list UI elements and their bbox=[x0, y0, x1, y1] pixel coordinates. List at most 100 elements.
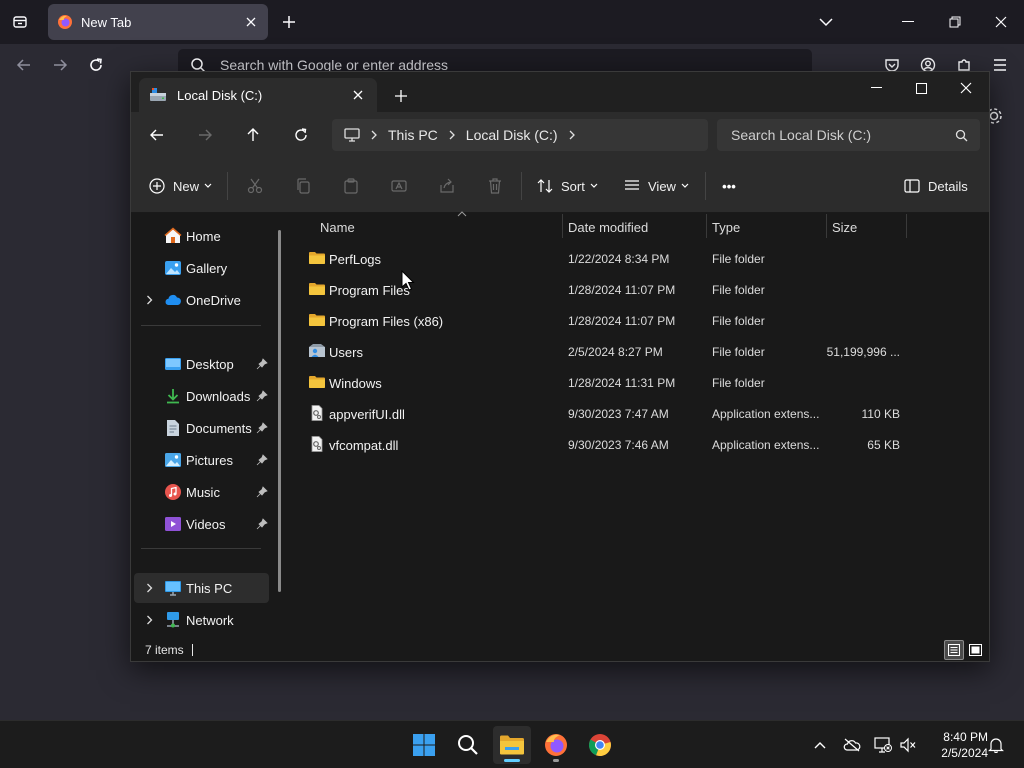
share-icon[interactable] bbox=[438, 172, 456, 200]
table-row[interactable]: vfcompat.dll 9/30/2023 7:46 AM Applicati… bbox=[301, 429, 901, 460]
close-tab-icon[interactable] bbox=[345, 82, 371, 108]
firefox-view-icon[interactable] bbox=[8, 11, 32, 33]
pin-icon[interactable] bbox=[256, 518, 268, 530]
rename-icon[interactable] bbox=[390, 172, 408, 200]
nav-item-gallery[interactable]: Gallery bbox=[134, 253, 269, 283]
onedrive-offline-icon[interactable] bbox=[842, 735, 862, 755]
new-button[interactable]: New bbox=[149, 172, 212, 200]
table-row[interactable]: PerfLogs 1/22/2024 8:34 PM File folder bbox=[301, 243, 901, 274]
pin-icon[interactable] bbox=[256, 454, 268, 466]
see-more-button[interactable]: ••• bbox=[717, 172, 741, 200]
column-header-date-modified[interactable]: Date modified bbox=[562, 214, 705, 240]
column-header-size[interactable]: Size bbox=[826, 214, 905, 240]
file-type: File folder bbox=[712, 345, 765, 359]
delete-icon[interactable] bbox=[486, 172, 504, 200]
table-row[interactable]: Program Files (x86) 1/28/2024 11:07 PM F… bbox=[301, 305, 901, 336]
maximize-icon[interactable] bbox=[899, 74, 943, 102]
nav-item-music[interactable]: Music bbox=[134, 477, 269, 507]
paste-icon[interactable] bbox=[342, 172, 360, 200]
sort-button[interactable]: Sort bbox=[537, 172, 598, 200]
column-header-type[interactable]: Type bbox=[706, 214, 825, 240]
nav-item-pictures[interactable]: Pictures bbox=[134, 445, 269, 475]
notification-bell-icon[interactable] bbox=[986, 735, 1006, 755]
copy-icon[interactable] bbox=[294, 172, 312, 200]
nav-item-downloads[interactable]: Downloads bbox=[134, 381, 269, 411]
nav-item-home[interactable]: Home bbox=[134, 221, 269, 251]
chevron-right-icon[interactable] bbox=[142, 581, 156, 595]
pin-icon[interactable] bbox=[256, 422, 268, 434]
pin-icon[interactable] bbox=[256, 358, 268, 370]
minimize-icon[interactable] bbox=[854, 74, 898, 102]
back-arrow-icon[interactable] bbox=[143, 123, 171, 147]
breadcrumb-local-disk[interactable]: Local Disk (C:) bbox=[466, 127, 558, 143]
volume-muted-icon[interactable] bbox=[898, 735, 918, 755]
download-arrow-icon bbox=[167, 389, 179, 404]
search-box[interactable]: Search Local Disk (C:) bbox=[717, 119, 980, 151]
view-button[interactable]: View bbox=[624, 172, 689, 200]
forward-arrow-icon[interactable] bbox=[191, 123, 219, 147]
close-window-icon[interactable] bbox=[944, 74, 988, 102]
new-tab-button[interactable] bbox=[389, 85, 413, 107]
cut-icon[interactable] bbox=[246, 172, 264, 200]
new-label: New bbox=[173, 178, 200, 194]
details-view-icon[interactable] bbox=[944, 640, 964, 660]
file-name: appverifUI.dll bbox=[329, 407, 405, 422]
table-row[interactable]: Program Files 1/28/2024 11:07 PM File fo… bbox=[301, 274, 901, 305]
table-row[interactable]: Windows 1/28/2024 11:31 PM File folder bbox=[301, 367, 901, 398]
nav-item-documents[interactable]: Documents bbox=[134, 413, 269, 443]
close-window-icon[interactable] bbox=[987, 8, 1015, 36]
list-all-tabs-chevron-icon[interactable] bbox=[815, 11, 837, 33]
chevron-right-icon[interactable] bbox=[142, 293, 156, 307]
taskbar-search-button[interactable] bbox=[449, 726, 487, 764]
nav-item-network[interactable]: Network bbox=[134, 605, 269, 635]
videos-icon bbox=[165, 517, 181, 531]
chevron-right-icon[interactable] bbox=[142, 613, 156, 627]
file-date-modified: 1/28/2024 11:07 PM bbox=[568, 314, 676, 328]
new-tab-button[interactable] bbox=[278, 11, 300, 33]
firefox-tab-new-tab[interactable]: New Tab bbox=[48, 4, 268, 40]
address-bar[interactable]: This PC Local Disk (C:) bbox=[332, 119, 708, 151]
hamburger-menu-icon[interactable] bbox=[988, 53, 1012, 77]
nav-pane-scrollbar[interactable] bbox=[278, 230, 281, 592]
explorer-tab-local-disk[interactable]: Local Disk (C:) bbox=[139, 78, 377, 112]
breadcrumb-this-pc[interactable]: This PC bbox=[388, 127, 438, 143]
large-icons-view-icon[interactable] bbox=[965, 640, 985, 660]
details-label: Details bbox=[928, 178, 968, 194]
show-hidden-icons-chevron-icon[interactable] bbox=[810, 735, 830, 755]
pin-icon[interactable] bbox=[256, 390, 268, 402]
forward-arrow-icon[interactable] bbox=[48, 53, 72, 77]
nav-item-videos[interactable]: Videos bbox=[134, 509, 269, 539]
chevron-right-icon[interactable] bbox=[558, 130, 586, 140]
taskbar-firefox[interactable] bbox=[537, 726, 575, 764]
nav-label: Gallery bbox=[186, 261, 228, 276]
sort-icon bbox=[537, 179, 553, 193]
taskbar-file-explorer[interactable] bbox=[493, 726, 531, 764]
column-header-name[interactable]: Name bbox=[314, 211, 561, 240]
nav-item-desktop[interactable]: Desktop bbox=[134, 349, 269, 379]
network-no-internet-icon[interactable] bbox=[873, 735, 893, 755]
taskbar-clock[interactable]: 8:40 PM 2/5/2024 bbox=[924, 729, 988, 761]
file-date-modified: 2/5/2024 8:27 PM bbox=[568, 345, 663, 359]
table-row[interactable]: appverifUI.dll 9/30/2023 7:47 AM Applica… bbox=[301, 398, 901, 429]
details-pane-button[interactable]: Details bbox=[904, 172, 968, 200]
dll-file-icon bbox=[311, 436, 323, 452]
column-header-name-label: Name bbox=[320, 219, 355, 235]
taskbar-chrome[interactable] bbox=[581, 726, 619, 764]
toolbar-divider bbox=[521, 172, 522, 200]
nav-item-onedrive[interactable]: OneDrive bbox=[134, 285, 269, 315]
reload-icon[interactable] bbox=[84, 53, 108, 77]
pin-icon[interactable] bbox=[256, 486, 268, 498]
nav-item-this-pc[interactable]: This PC bbox=[134, 573, 269, 603]
document-icon bbox=[167, 420, 179, 436]
close-tab-icon[interactable] bbox=[240, 11, 262, 33]
restore-icon[interactable] bbox=[941, 8, 969, 36]
back-arrow-icon[interactable] bbox=[12, 53, 36, 77]
up-arrow-icon[interactable] bbox=[239, 123, 267, 147]
table-row[interactable]: Users 2/5/2024 8:27 PM File folder 51,19… bbox=[301, 336, 901, 367]
start-button[interactable] bbox=[405, 726, 443, 764]
search-icon bbox=[955, 129, 968, 141]
file-date-modified: 9/30/2023 7:47 AM bbox=[568, 407, 669, 421]
minimize-icon[interactable] bbox=[894, 8, 922, 36]
column-divider[interactable] bbox=[906, 214, 907, 238]
refresh-icon[interactable] bbox=[287, 123, 315, 147]
